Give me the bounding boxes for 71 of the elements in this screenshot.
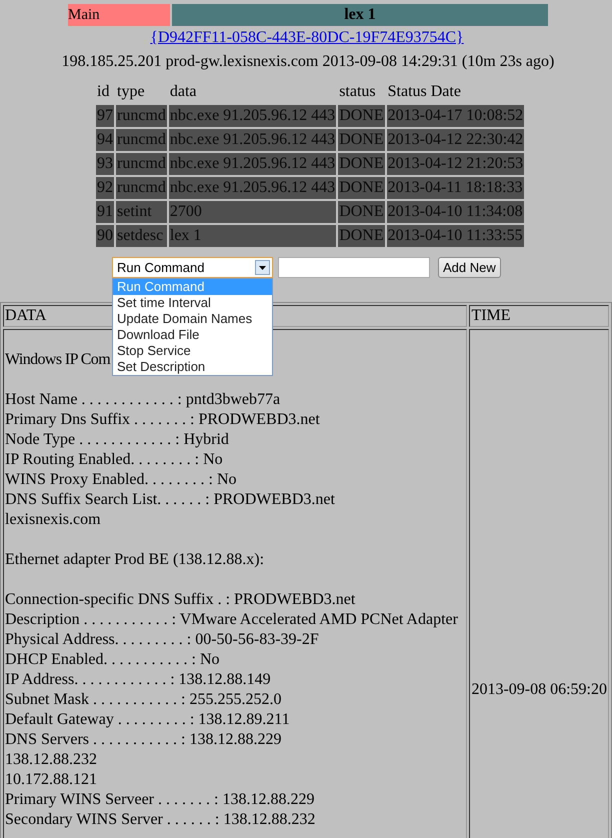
table-cell: 2013-04-17 10:08:52 xyxy=(386,105,524,127)
column-header: Status Date xyxy=(386,82,462,102)
output-line: Ethernet adapter Prod BE (138.12.88.x): xyxy=(5,551,264,568)
table-cell: runcmd xyxy=(116,129,167,151)
guid-link[interactable]: {D942FF11-058C-443E-80DC-19F74E93754C} xyxy=(150,29,464,46)
table-cell: runcmd xyxy=(116,177,167,199)
output-line: Description . . . . . . . . . . . : VMware Accelerated AMD PCNet Adapter xyxy=(5,611,458,628)
command-select[interactable]: Run Command xyxy=(112,256,273,278)
output-line: Host Name . . . . . . . . . . . . : pntd3bweb77a xyxy=(5,391,280,408)
time-cell: 2013-09-08 06:59:20 xyxy=(471,681,607,698)
dropdown-option[interactable]: Update Domain Names xyxy=(113,310,272,326)
output-line: Subnet Mask . . . . . . . . . . . : 255.255.252.0 xyxy=(5,691,282,708)
output-line: 10.172.88.121 xyxy=(5,771,97,788)
output-line: Connection-specific DNS Suffix . : PRODWEBD3.net xyxy=(5,591,356,608)
table-cell: 94 xyxy=(96,129,114,151)
column-header: status xyxy=(338,82,377,102)
output-line: Primary WINS Serveer . . . . . . . : 138.12.88.229 xyxy=(5,791,314,808)
column-header: data xyxy=(168,82,198,102)
output-line: DNS Suffix Search List. . . . . . : PRODWEBD3.net xyxy=(5,491,335,508)
output-line: Primary Dns Suffix . . . . . . . : PRODWEBD3.net xyxy=(5,411,320,428)
output-line: IP Routing Enabled. . . . . . . . : No xyxy=(5,451,223,468)
table-cell: setint xyxy=(116,201,167,223)
output-line: Default Gateway . . . . . . . . . : 138.12.89.211 xyxy=(5,711,290,728)
table-cell: runcmd xyxy=(116,153,167,175)
dropdown-option[interactable]: Set time Interval xyxy=(113,294,272,310)
table-cell: DONE xyxy=(338,201,385,223)
table-cell: 97 xyxy=(96,105,114,127)
table-cell: lex 1 xyxy=(168,225,336,247)
table-cell: 90 xyxy=(96,225,114,247)
dropdown-option[interactable]: Set Description xyxy=(113,358,272,374)
table-cell: setdesc xyxy=(116,225,167,247)
table-cell: 92 xyxy=(96,177,114,199)
table-cell: nbc.exe 91.205.96.12 443 xyxy=(168,105,336,127)
output-line: Secondary WINS Server . . . . . . : 138.12.88.232 xyxy=(5,811,316,828)
table-cell: DONE xyxy=(338,153,385,175)
table-cell: nbc.exe 91.205.96.12 443 xyxy=(168,129,336,151)
table-cell: 93 xyxy=(96,153,114,175)
dropdown-option[interactable]: Download File xyxy=(113,326,272,342)
table-cell: runcmd xyxy=(116,105,167,127)
output-line: Physical Address. . . . . . . . . : 00-50-56-83-39-2F xyxy=(5,631,319,648)
main-link[interactable]: Main xyxy=(68,4,170,26)
column-header: type xyxy=(116,82,146,102)
input-field[interactable] xyxy=(278,256,430,278)
add-new-button[interactable]: Add New xyxy=(438,256,501,278)
dropdown-option[interactable]: Stop Service xyxy=(113,342,272,358)
output-line: WINS Proxy Enabled. . . . . . . . : No xyxy=(5,471,237,488)
table-cell: nbc.exe 91.205.96.12 443 xyxy=(168,177,336,199)
table-cell: DONE xyxy=(338,177,385,199)
table-cell: DONE xyxy=(338,225,385,247)
output-line: DHCP Enabled. . . . . . . . . . . : No xyxy=(5,651,220,668)
output-line: IP Address. . . . . . . . . . . . : 138.12.88.149 xyxy=(5,671,271,688)
output-line: Node Type . . . . . . . . . . . . : Hybrid xyxy=(5,431,229,448)
caret-icon xyxy=(255,260,270,274)
table-cell: nbc.exe 91.205.96.12 443 xyxy=(168,153,336,175)
table-cell: 2013-04-10 11:33:55 xyxy=(386,225,524,247)
column-header: id xyxy=(96,82,110,102)
table-cell: DONE xyxy=(338,105,385,127)
table-cell: 2700 xyxy=(168,201,336,223)
page-title: lex 1 xyxy=(172,4,548,26)
output-line: lexisnexis.com xyxy=(5,511,101,528)
table-cell: 2013-04-12 21:20:53 xyxy=(386,153,524,175)
output-line: 138.12.88.232 xyxy=(5,751,97,768)
column-header: TIME xyxy=(469,305,609,327)
table-cell: 2013-04-10 11:34:08 xyxy=(386,201,524,223)
table-cell: 2013-04-11 18:18:33 xyxy=(386,177,524,199)
table-cell: 91 xyxy=(96,201,114,223)
table-cell: DONE xyxy=(338,129,385,151)
table-cell: 2013-04-12 22:30:42 xyxy=(386,129,524,151)
output-line: Windows IP Com xyxy=(5,351,110,368)
output-line: DNS Servers . . . . . . . . . . . : 138.12.88.229 xyxy=(5,731,282,748)
host-info: 198.185.25.201 prod-gw.lexisnexis.com 2013-09-08 14:29:31 (10m 23s ago) xyxy=(62,53,554,70)
